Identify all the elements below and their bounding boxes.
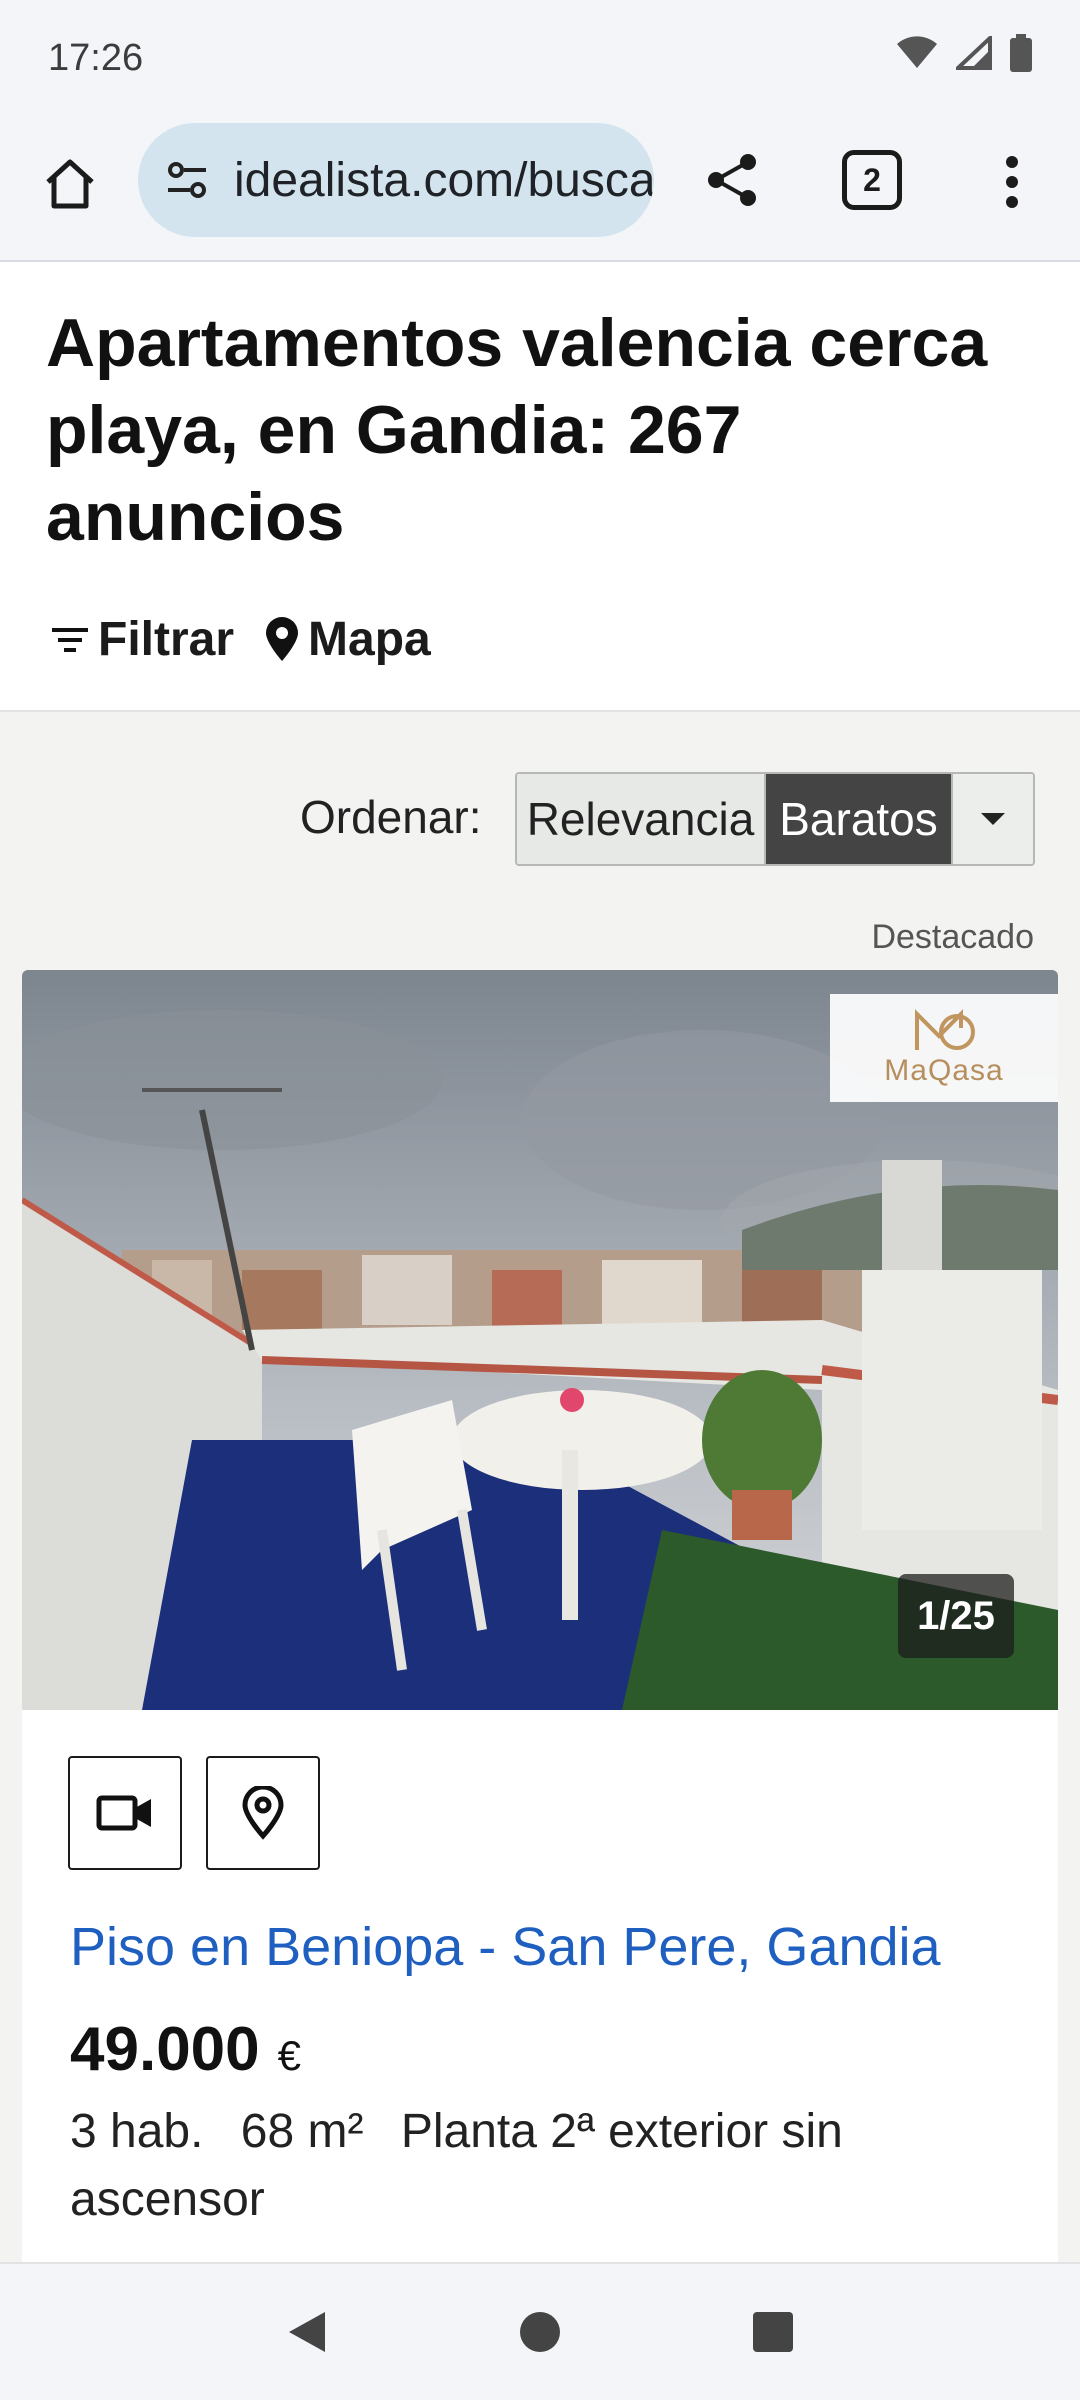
detail-rooms: 3 hab. — [70, 2105, 204, 2158]
listing-details: 3 hab. 68 m² Planta 2ª exterior sin asce… — [70, 2098, 1030, 2234]
status-bar: 17:26 — [0, 0, 1080, 116]
url-text: idealista.com/buscar — [234, 153, 654, 207]
more-dot-icon — [1006, 156, 1018, 168]
back-button[interactable] — [277, 2302, 337, 2362]
home-circle-icon — [519, 2312, 560, 2352]
tab-count: 2 — [863, 161, 881, 198]
agency-logo: MaQasa — [830, 994, 1058, 1102]
location-pin-icon — [242, 1786, 284, 1840]
results-header: Apartamentos valencia cerca playa, en Ga… — [0, 262, 1080, 712]
sort-option-baratos[interactable]: Baratos — [766, 774, 951, 864]
battery-icon — [1010, 34, 1032, 82]
map-pin-icon — [266, 616, 299, 661]
more-dot-icon — [1006, 176, 1018, 188]
sort-label: Ordenar: — [300, 791, 482, 843]
status-icons — [896, 33, 1032, 82]
share-icon — [708, 154, 756, 206]
recents-square-icon — [753, 2312, 794, 2352]
listing-photo[interactable]: MaQasa 1/25 — [22, 970, 1058, 1710]
filter-button[interactable]: Filtrar — [48, 612, 234, 667]
wifi-icon — [896, 36, 938, 80]
listing-actions — [68, 1756, 320, 1870]
featured-badge: Destacado — [871, 918, 1034, 956]
photo-counter: 1/25 — [898, 1574, 1014, 1658]
page-title: Apartamentos valencia cerca playa, en Ga… — [46, 305, 988, 555]
filter-row: Filtrar Mapa — [48, 612, 431, 667]
filter-icon — [52, 627, 88, 652]
home-icon — [46, 159, 94, 209]
tab-switcher-button[interactable]: 2 — [842, 150, 902, 210]
signal-icon — [952, 33, 992, 80]
listing-price: 49.000 — [70, 2015, 260, 2084]
agency-logo-text: MaQasa — [884, 1054, 1004, 1087]
agency-logo-icon — [915, 1009, 975, 1050]
map-button[interactable]: Mapa — [262, 612, 431, 667]
home-button[interactable] — [34, 148, 106, 220]
back-triangle-icon — [288, 2312, 325, 2352]
price-currency: € — [277, 2032, 301, 2079]
detail-size: 68 m² — [240, 2105, 364, 2158]
map-label: Mapa — [308, 613, 431, 666]
home-nav-button[interactable] — [510, 2302, 570, 2362]
site-settings-icon[interactable] — [162, 154, 214, 206]
caret-down-icon — [981, 813, 1005, 825]
sort-selector: Relevancia Baratos — [515, 772, 1035, 866]
video-camera-icon — [96, 1795, 151, 1831]
video-button[interactable] — [68, 1756, 182, 1870]
more-dot-icon — [1006, 196, 1018, 208]
system-nav-bar — [0, 2262, 1080, 2400]
location-button[interactable] — [206, 1756, 320, 1870]
more-menu-button[interactable] — [982, 146, 1042, 218]
recents-button[interactable] — [743, 2302, 803, 2362]
share-button[interactable] — [696, 144, 768, 216]
url-bar[interactable]: idealista.com/buscar — [138, 123, 654, 237]
filter-label: Filtrar — [98, 613, 235, 666]
listing-title-link[interactable]: Piso en Beniopa - San Pere, Gandia — [70, 1916, 941, 1978]
price-row: 49.000 € — [70, 2014, 301, 2085]
sort-option-relevancia[interactable]: Relevancia — [517, 774, 766, 864]
listing-card[interactable]: MaQasa 1/25 Piso en Beniopa - San Pere, … — [22, 970, 1058, 2270]
sort-row: Ordenar: Relevancia Baratos — [0, 770, 1080, 868]
browser-toolbar: idealista.com/buscar 2 — [0, 116, 1080, 262]
status-time: 17:26 — [48, 36, 144, 79]
sort-dropdown-button[interactable] — [951, 774, 1033, 864]
